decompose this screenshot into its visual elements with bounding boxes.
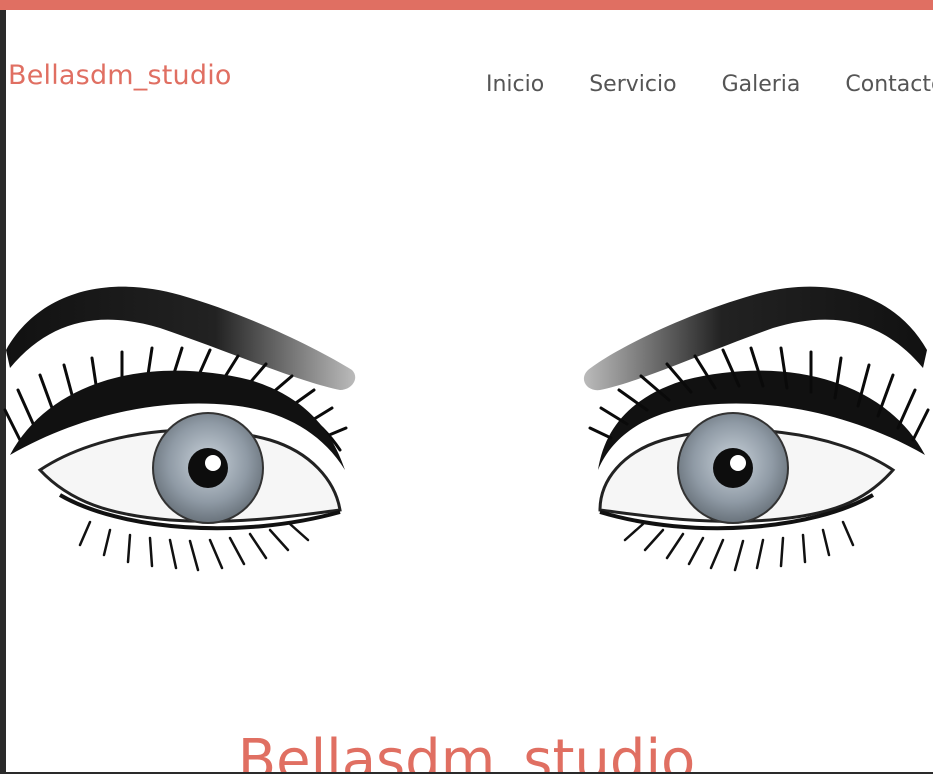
nav-item-servicio[interactable]: Servicio bbox=[589, 72, 676, 97]
top-accent-bar bbox=[0, 0, 933, 10]
nav-item-contacto[interactable]: Contacto bbox=[845, 72, 933, 97]
nav-item-inicio[interactable]: Inicio bbox=[486, 72, 544, 97]
main-nav: Inicio Servicio Galeria Contacto bbox=[486, 72, 933, 97]
brand-logo-text[interactable]: Bellasdm_studio bbox=[8, 60, 232, 91]
page: Bellasdm_studio Inicio Servicio Galeria … bbox=[0, 0, 933, 774]
hero-eyes-illustration bbox=[3, 286, 930, 572]
right-highlight bbox=[730, 455, 746, 471]
left-highlight bbox=[205, 455, 221, 471]
nav-item-galeria[interactable]: Galeria bbox=[722, 72, 801, 97]
hero-title: Bellasdm_studio bbox=[237, 728, 696, 774]
